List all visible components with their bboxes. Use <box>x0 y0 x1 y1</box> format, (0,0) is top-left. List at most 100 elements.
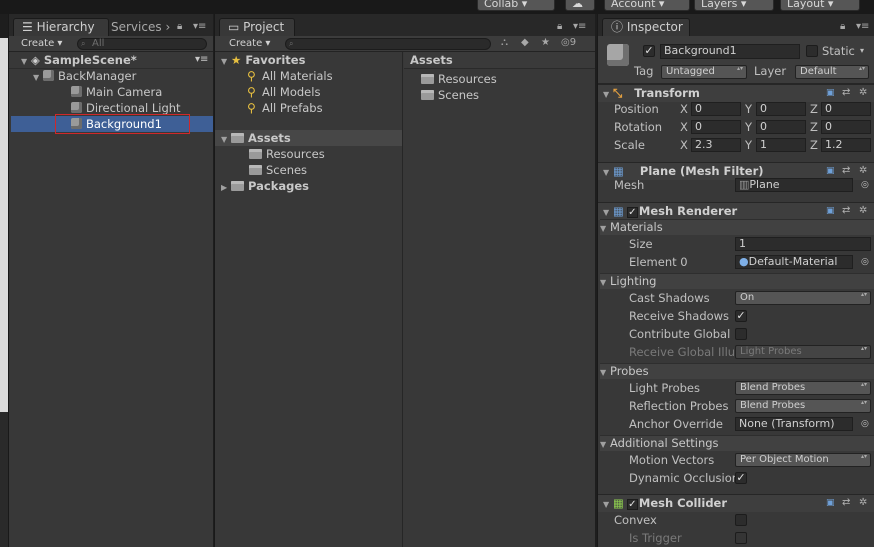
rotation-z-field[interactable]: 0 <box>821 120 871 134</box>
element0-field[interactable]: ●Default-Material <box>735 255 853 269</box>
hierarchy-search-input[interactable]: ⌕ All <box>77 38 207 50</box>
reflection-probes-dropdown[interactable]: Blend Probes <box>735 399 871 413</box>
position-z-field[interactable]: 0 <box>821 102 871 116</box>
preset-icon[interactable]: ⇄ <box>842 205 850 216</box>
project-search-input[interactable]: ⌕ <box>285 38 491 50</box>
gear-icon[interactable]: ✲ <box>859 165 867 176</box>
scene-menu-icon[interactable]: ▾≡ <box>195 52 208 68</box>
tree-favorites[interactable]: ▼ ★ Favorites <box>221 52 305 68</box>
favorite-star-icon[interactable]: ★ <box>541 37 550 48</box>
rotation-x-field[interactable]: 0 <box>691 120 741 134</box>
tab-project[interactable]: ▭ Project <box>219 18 295 36</box>
tree-item-main-camera[interactable]: Main Camera <box>71 84 162 100</box>
scale-x-field[interactable]: 2.3 <box>691 138 741 152</box>
probes-foldout[interactable]: ▼ Probes <box>600 363 874 379</box>
object-picker-icon[interactable]: ◎ <box>861 416 869 432</box>
layout-dropdown[interactable]: Layout ▾ <box>780 0 860 11</box>
tab-services[interactable]: Services › <box>111 19 170 35</box>
tab-hierarchy[interactable]: ☰ Hierarchy <box>13 18 109 36</box>
menu-icon[interactable]: ▾≡ <box>856 19 869 35</box>
filter-type-icon[interactable]: ⛬ <box>501 37 508 48</box>
tree-packages[interactable]: ▶ Packages <box>221 178 309 194</box>
layers-dropdown[interactable]: Layers ▾ <box>694 0 774 11</box>
filter-label-icon[interactable]: ◆ <box>521 37 529 48</box>
cast-shadows-dropdown[interactable]: On <box>735 291 871 305</box>
contribute-gi-checkbox[interactable] <box>735 328 747 340</box>
active-checkbox[interactable]: ✓ <box>643 45 655 57</box>
additional-settings-foldout[interactable]: ▼ Additional Settings <box>600 435 874 451</box>
position-y-field[interactable]: 0 <box>756 102 806 116</box>
hidden-packages-toggle[interactable]: ◎9 <box>561 37 576 48</box>
hierarchy-create-button[interactable]: Create ▾ <box>21 37 62 51</box>
tree-item-backmanager[interactable]: ▼ BackManager <box>33 68 136 84</box>
scale-z-field[interactable]: 1.2 <box>821 138 871 152</box>
asset-folder-resources[interactable]: Resources <box>421 71 497 87</box>
collab-button[interactable]: Collab ▾ <box>477 0 555 11</box>
mesh-collider-header[interactable]: ▼ ▦ ✓ Mesh Collider ▣ ⇄ ✲ <box>598 494 874 512</box>
tree-assets[interactable]: ▼ Assets <box>221 130 291 146</box>
scene-view-edge[interactable] <box>0 38 8 412</box>
position-x-label[interactable]: X <box>680 101 688 117</box>
position-y-label[interactable]: Y <box>745 101 752 117</box>
motion-vectors-dropdown[interactable]: Per Object Motion <box>735 453 871 467</box>
tag-dropdown[interactable]: Untagged <box>661 65 747 79</box>
scale-y-label[interactable]: Y <box>745 137 752 153</box>
light-probes-dropdown[interactable]: Blend Probes <box>735 381 871 395</box>
help-icon[interactable]: ▣ <box>826 166 835 176</box>
dynamic-occlusion-checkbox[interactable]: ✓ <box>735 472 747 484</box>
lighting-foldout[interactable]: ▼ Lighting <box>600 273 874 289</box>
scale-z-label[interactable]: Z <box>810 137 818 153</box>
materials-foldout[interactable]: ▼ Materials <box>600 219 874 235</box>
project-create-button[interactable]: Create ▾ <box>229 37 270 51</box>
breadcrumb-assets[interactable]: Assets <box>410 52 453 68</box>
lock-icon[interactable]: 🔒︎ <box>557 19 562 35</box>
gear-icon[interactable]: ✲ <box>859 205 867 216</box>
scene-row[interactable]: ▼ ◈ SampleScene* ▾≡ <box>9 52 213 69</box>
lock-icon[interactable]: 🔒︎ <box>840 19 845 35</box>
help-icon[interactable]: ▣ <box>826 498 835 508</box>
transform-header[interactable]: ▼ ⤡ Transform ▣ ⇄ ✲ <box>598 84 874 102</box>
account-dropdown[interactable]: Account ▾ <box>604 0 690 11</box>
position-x-field[interactable]: 0 <box>691 102 741 116</box>
object-picker-icon[interactable]: ◎ <box>861 177 869 193</box>
help-icon[interactable]: ▣ <box>826 206 835 216</box>
object-name-field[interactable]: Background1 <box>660 44 800 59</box>
rotation-z-label[interactable]: Z <box>810 119 818 135</box>
mesh-field[interactable]: ▥Plane <box>735 178 853 192</box>
receive-shadows-checkbox[interactable]: ✓ <box>735 310 747 322</box>
help-icon[interactable]: ▣ <box>826 88 835 98</box>
rotation-y-label[interactable]: Y <box>745 119 752 135</box>
tree-scenes[interactable]: Scenes <box>249 162 307 178</box>
preset-icon[interactable]: ⇄ <box>842 165 850 176</box>
lock-icon[interactable]: 🔒︎ <box>177 19 182 35</box>
enabled-checkbox-icon[interactable]: ✓ <box>626 207 638 218</box>
static-checkbox[interactable] <box>806 45 818 57</box>
tree-item-background1[interactable]: Background1 <box>71 116 162 132</box>
preset-icon[interactable]: ⇄ <box>842 497 850 508</box>
size-field[interactable]: 1 <box>735 237 871 251</box>
fav-all-materials[interactable]: ⚲ All Materials <box>247 68 333 84</box>
menu-icon[interactable]: ▾≡ <box>193 19 206 35</box>
scale-x-label[interactable]: X <box>680 137 688 153</box>
gear-icon[interactable]: ✲ <box>859 497 867 508</box>
position-z-label[interactable]: Z <box>810 101 818 117</box>
cloud-button[interactable]: ☁ <box>565 0 595 11</box>
gear-icon[interactable]: ✲ <box>859 87 867 98</box>
preset-icon[interactable]: ⇄ <box>842 87 850 98</box>
static-dropdown-arrow[interactable]: ▾ <box>860 43 864 59</box>
tree-resources[interactable]: Resources <box>249 146 325 162</box>
rotation-x-label[interactable]: X <box>680 119 688 135</box>
convex-checkbox[interactable] <box>735 514 747 526</box>
mesh-renderer-header[interactable]: ▼ ▦ ✓ Mesh Renderer ▣ ⇄ ✲ <box>598 202 874 220</box>
fav-all-prefabs[interactable]: ⚲ All Prefabs <box>247 100 323 116</box>
tab-inspector[interactable]: ⓘ Inspector <box>602 18 690 36</box>
layer-dropdown[interactable]: Default <box>795 65 869 79</box>
enabled-checkbox-icon[interactable]: ✓ <box>626 499 638 510</box>
fav-all-models[interactable]: ⚲ All Models <box>247 84 320 100</box>
scale-y-field[interactable]: 1 <box>756 138 806 152</box>
menu-icon[interactable]: ▾≡ <box>573 19 586 35</box>
anchor-override-field[interactable]: None (Transform) <box>735 417 853 431</box>
object-picker-icon[interactable]: ◎ <box>861 254 869 270</box>
asset-folder-scenes[interactable]: Scenes <box>421 87 479 103</box>
rotation-y-field[interactable]: 0 <box>756 120 806 134</box>
